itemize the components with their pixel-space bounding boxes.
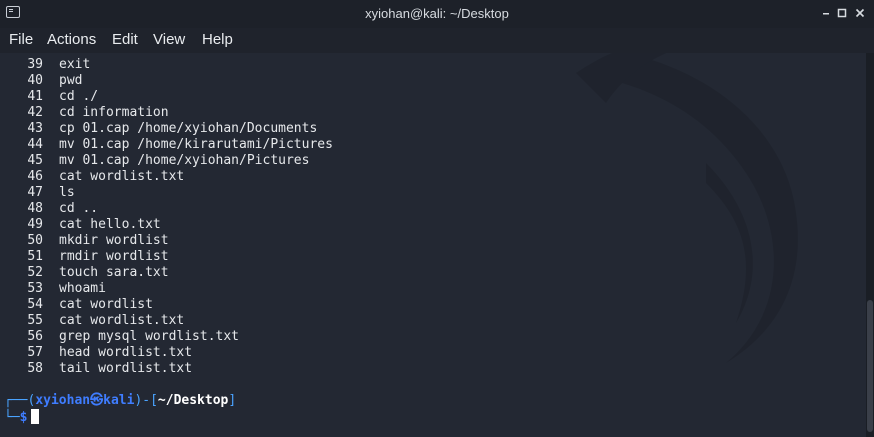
prompt-cwd: ~/Desktop (157, 393, 229, 408)
prompt-symbol: $ (19, 410, 28, 425)
history-line: 58 tail wordlist.txt (27, 361, 193, 376)
history-line: 40 pwd (27, 73, 83, 88)
prompt-user: xyiohan (35, 393, 91, 408)
kali-dragon-watermark (576, 53, 798, 363)
history-line: 50 mkdir wordlist (27, 233, 169, 248)
title-bar: xyiohan@kali: ~/Desktop (0, 0, 874, 29)
menu-help[interactable]: Help (202, 31, 233, 48)
history-line: 46 cat wordlist.txt (27, 169, 185, 184)
prompt-at: ㉿ (90, 393, 104, 408)
close-button[interactable] (852, 5, 868, 21)
menu-edit[interactable]: Edit (112, 31, 138, 48)
history-line: 55 cat wordlist.txt (27, 313, 185, 328)
maximize-button[interactable] (834, 5, 850, 21)
scrollbar-thumb[interactable] (867, 300, 873, 432)
minimize-button[interactable] (818, 5, 834, 21)
history-line: 45 mv 01.cap /home/xyiohan/Pictures (27, 153, 310, 168)
history-line: 56 grep mysql wordlist.txt (27, 329, 240, 344)
history-line: 52 touch sara.txt (27, 265, 169, 280)
history-line: 53 whoami (27, 281, 106, 296)
history-line: 39 exit (27, 57, 91, 72)
history-line: 51 rmdir wordlist (27, 249, 169, 264)
menu-view[interactable]: View (153, 31, 185, 48)
prompt-header: ┌──(xyiohan㉿kali)-[~/Desktop] (4, 393, 237, 408)
history-line: 42 cd information (27, 105, 169, 120)
history-line: 44 mv 01.cap /home/kirarutami/Pictures (27, 137, 333, 152)
scrollbar[interactable] (866, 53, 874, 437)
history-line: 43 cp 01.cap /home/xyiohan/Documents (27, 121, 318, 136)
history-line: 49 cat hello.txt (27, 217, 161, 232)
history-line: 54 cat wordlist (27, 297, 153, 312)
history-line: 48 cd .. (27, 201, 99, 216)
menu-bar: File Actions Edit View Help (0, 28, 874, 53)
text-cursor (31, 409, 40, 424)
history-line: 57 head wordlist.txt (27, 345, 193, 360)
prompt-input-line[interactable]: └─$ (4, 409, 40, 426)
history-line: 41 cd ./ (27, 89, 99, 104)
history-list: 39 exit 40 pwd 41 cd ./ 42 cd information 43… (0, 57, 333, 377)
maximize-icon (837, 8, 847, 18)
menu-actions[interactable]: Actions (47, 31, 96, 48)
window-title: xyiohan@kali: ~/Desktop (365, 6, 509, 21)
minimize-icon (823, 13, 829, 15)
terminal-output[interactable]: 39 exit 40 pwd 41 cd ./ 42 cd information 43… (0, 53, 866, 437)
history-line: 47 ls (27, 185, 75, 200)
prompt-host: kali (103, 393, 135, 408)
menu-file[interactable]: File (9, 31, 33, 48)
close-icon (855, 8, 865, 18)
